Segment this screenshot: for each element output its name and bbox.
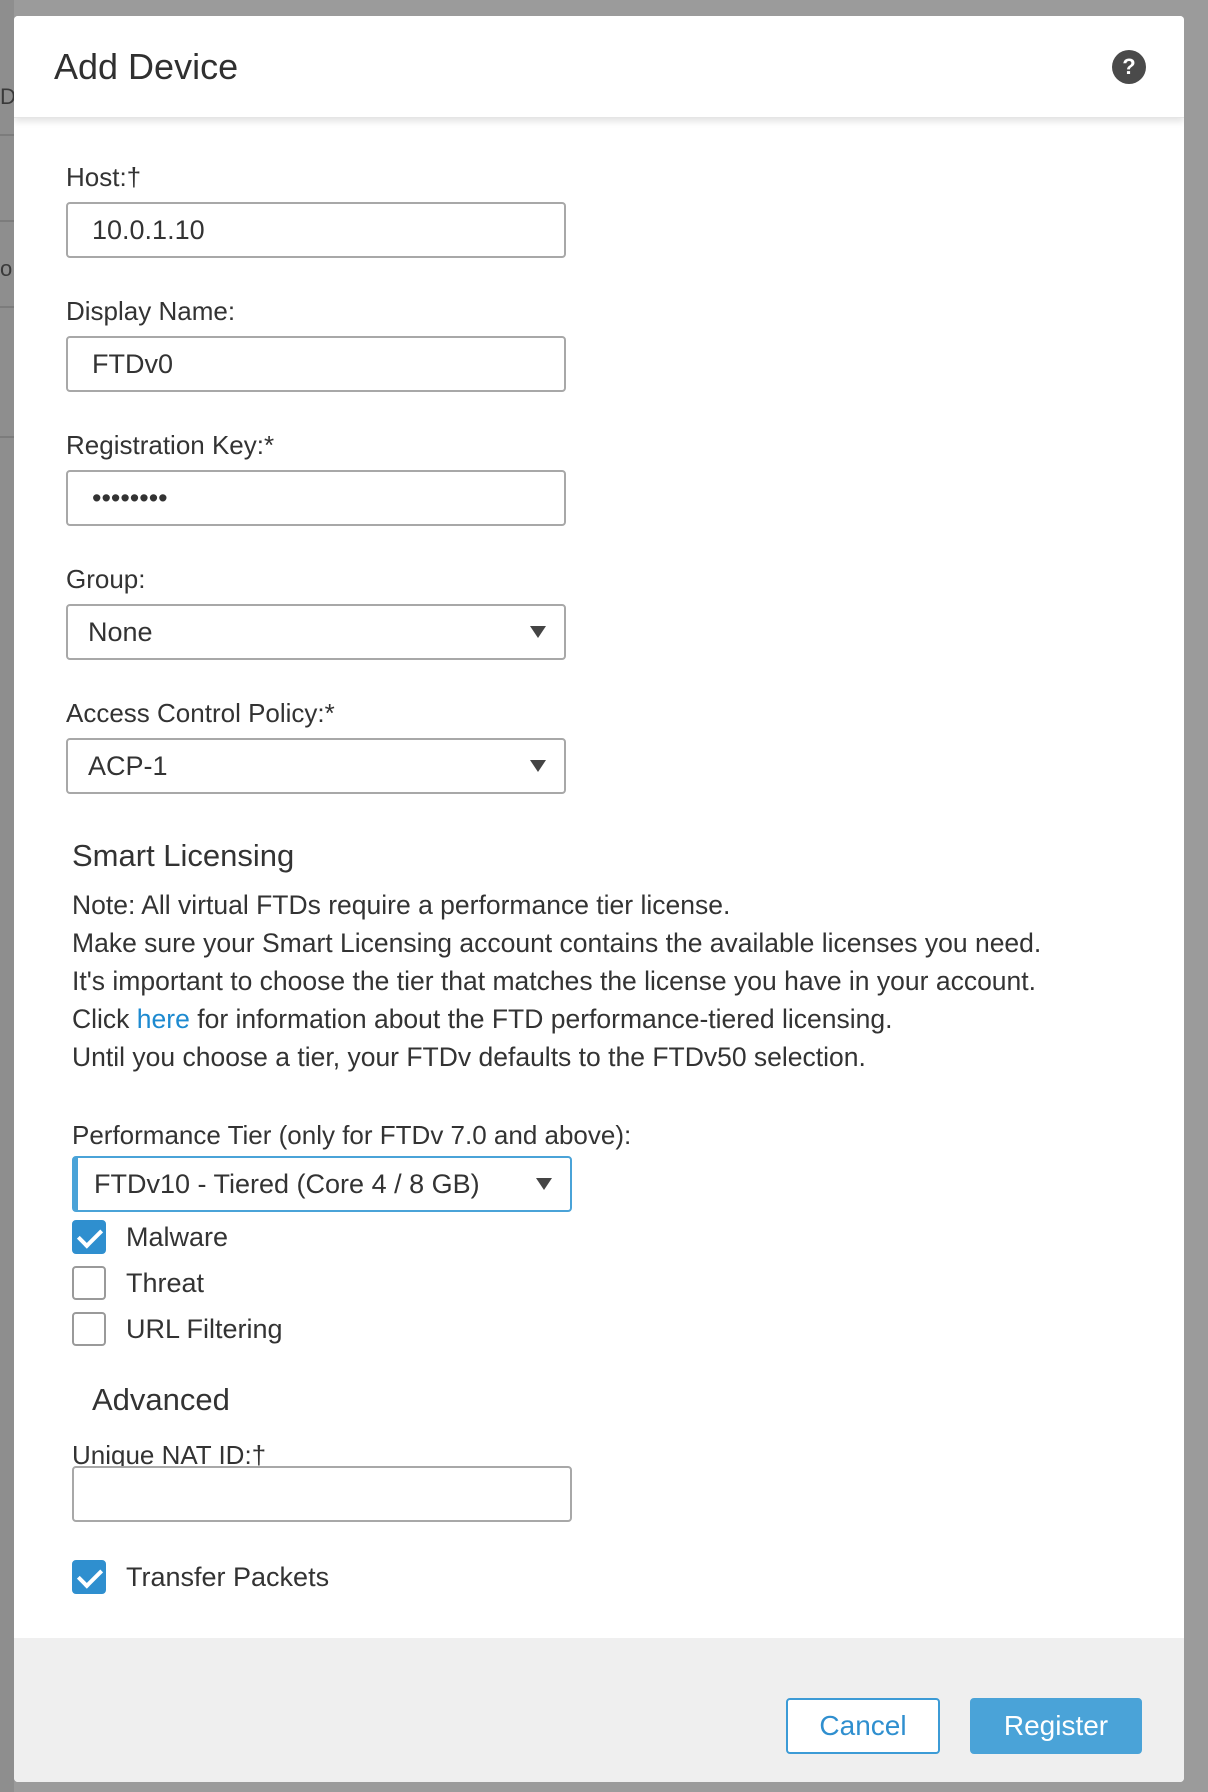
background-divider	[0, 220, 14, 222]
threat-label: Threat	[126, 1268, 205, 1298]
access-control-policy-value: ACP-1	[88, 751, 168, 781]
group-select-value: None	[88, 617, 153, 647]
access-control-policy-label: Access Control Policy:*	[66, 698, 335, 728]
click-prefix: Click	[72, 1004, 130, 1034]
registration-key-label: Registration Key:*	[66, 430, 275, 460]
host-input[interactable]: 10.0.1.10	[66, 202, 566, 258]
url-filtering-checkbox[interactable]	[72, 1312, 106, 1346]
registration-key-input[interactable]: ••••••••	[66, 470, 566, 526]
unique-nat-id-input[interactable]	[72, 1466, 572, 1522]
dialog-title: Add Device	[54, 46, 239, 87]
help-icon[interactable]: ?	[1112, 50, 1146, 84]
caret-down-icon	[530, 626, 546, 638]
display-name-input[interactable]: FTDv0	[66, 336, 566, 392]
cancel-button[interactable]: Cancel	[786, 1698, 940, 1754]
register-button[interactable]: Register	[970, 1698, 1142, 1754]
threat-checkbox[interactable]	[72, 1266, 106, 1300]
licensing-info-link[interactable]: here	[137, 1004, 190, 1034]
smart-licensing-heading: Smart Licensing	[72, 838, 295, 873]
display-name-label: Display Name:	[66, 296, 236, 326]
advanced-heading: Advanced	[92, 1382, 230, 1417]
dialog-header: Add Device ?	[14, 16, 1184, 118]
click-suffix: for information about the FTD performanc…	[197, 1004, 893, 1034]
background-divider	[0, 306, 14, 308]
licensing-note-line: Make sure your Smart Licensing account c…	[72, 928, 1042, 958]
url-filtering-label: URL Filtering	[126, 1314, 283, 1344]
transfer-packets-checkbox[interactable]	[72, 1560, 106, 1594]
add-device-dialog: Add Device ? Host:† 10.0.1.10 Display Na…	[14, 16, 1184, 1782]
background-page: D o	[0, 0, 16, 1792]
caret-down-icon	[530, 760, 546, 772]
access-control-policy-select[interactable]: ACP-1	[66, 738, 566, 794]
performance-tier-value: FTDv10 - Tiered (Core 4 / 8 GB)	[94, 1169, 480, 1199]
licensing-note-line: Note: All virtual FTDs require a perform…	[72, 890, 731, 920]
malware-checkbox[interactable]	[72, 1220, 106, 1254]
licensing-click-line: Click here for information about the FTD…	[72, 1004, 892, 1035]
background-divider	[0, 436, 14, 438]
transfer-packets-label: Transfer Packets	[126, 1562, 330, 1592]
licensing-note-line: It's important to choose the tier that m…	[72, 966, 1037, 996]
licensing-default-note: Until you choose a tier, your FTDv defau…	[72, 1042, 866, 1072]
host-label: Host:†	[66, 162, 142, 192]
group-label: Group:	[66, 564, 146, 594]
group-select[interactable]: None	[66, 604, 566, 660]
background-text: o	[0, 256, 13, 281]
dialog-footer: Cancel Register	[14, 1638, 1184, 1782]
performance-tier-select[interactable]: FTDv10 - Tiered (Core 4 / 8 GB)	[72, 1156, 572, 1212]
performance-tier-label: Performance Tier (only for FTDv 7.0 and …	[72, 1120, 632, 1150]
caret-down-icon	[536, 1178, 552, 1190]
background-divider	[0, 134, 14, 136]
malware-label: Malware	[126, 1222, 229, 1252]
